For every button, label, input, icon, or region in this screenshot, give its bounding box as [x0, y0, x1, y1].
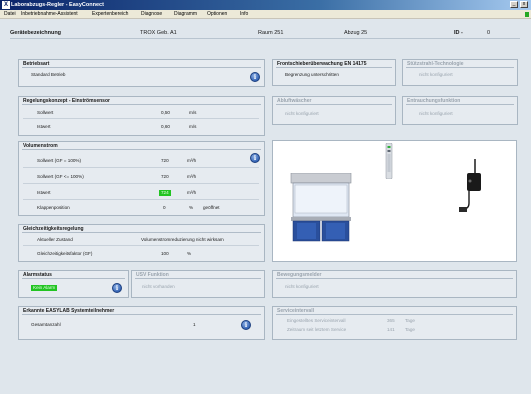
- alarm-status-value: Kein Alarm: [31, 285, 58, 291]
- menu-bar: Datei Inbetriebnahme-Assistent Expertenb…: [0, 10, 531, 19]
- since-service-value: 141: [387, 327, 395, 332]
- panel-serviceintervall: Serviceintervall Eingestelltes Servicein…: [272, 306, 517, 340]
- service-interval-unit: Tage: [405, 318, 415, 323]
- betriebsart-value: Standard Betrieb: [31, 72, 66, 77]
- klappenposition-state: geöffnet: [203, 205, 220, 210]
- app-icon: X: [2, 1, 10, 9]
- service-interval-label: Eingestelltes Serviceintervall: [287, 318, 346, 323]
- entrauchung-value: nicht konfiguriert: [419, 111, 453, 116]
- aktueller-zustand-value: Volumenstromreduzierung nicht wirksam: [141, 237, 224, 242]
- sollwert-unit: m/s: [189, 110, 197, 115]
- vs-sollwert-100-value: 720: [161, 158, 169, 163]
- panel-systemteilnehmer: Erkannte EASYLAB Systemteilnehmer Gesamt…: [18, 306, 265, 340]
- menu-diagramm[interactable]: Diagramm: [174, 11, 197, 18]
- device-header: Gerätebezeichnung TROX Geb. A1 Raum 251 …: [10, 28, 520, 39]
- klappenposition-value: 0: [163, 205, 166, 210]
- klappenposition-unit: %: [189, 205, 194, 210]
- panel-abluftwaescher: Abluftwäscher nicht konfiguriert: [272, 96, 396, 125]
- id-label: ID -: [454, 30, 463, 36]
- gf-unit: %: [187, 251, 192, 256]
- device-label: Gerätebezeichnung: [10, 30, 62, 36]
- since-service-label: Zeitraum seit letztem Service: [287, 327, 347, 332]
- room-label: Raum 251: [258, 30, 284, 36]
- panel-entrauchung: Entrauchungsfunktion nicht konfiguriert: [402, 96, 518, 125]
- status-led: [525, 12, 529, 17]
- info-icon[interactable]: i: [250, 72, 260, 82]
- info-icon[interactable]: i: [250, 153, 260, 163]
- service-interval-value: 365: [387, 318, 395, 323]
- aktueller-zustand-label: Aktueller Zustand: [37, 237, 73, 242]
- istwert-unit: m/s: [189, 124, 197, 129]
- panel-frontschieber: Frontschieberüberwachung EN 14175 Begren…: [272, 59, 396, 86]
- info-icon[interactable]: i: [241, 320, 251, 330]
- stuetzstrahl-value: nicht konfiguriert: [419, 72, 453, 77]
- minimize-button[interactable]: _: [510, 1, 518, 8]
- gf-label: Gleichzeitigkeitsfaktor (GF): [37, 251, 93, 256]
- controller-panel-illustration: [385, 143, 393, 179]
- vs-sollwert-100-unit: m³/h: [187, 158, 197, 163]
- panel-alarmstatus: Alarmstatus Kein Alarm i: [18, 270, 129, 298]
- istwert-label: Istwert: [37, 124, 51, 129]
- usv-value: nicht vorhanden: [142, 284, 175, 289]
- close-button[interactable]: x: [520, 1, 528, 8]
- istwert-value: 0,60: [161, 124, 170, 129]
- sollwert-label: Sollwert: [37, 110, 54, 115]
- gesamtanzahl-label: Gesamtanzahl: [31, 322, 61, 327]
- since-service-unit: Tage: [405, 327, 415, 332]
- gesamtanzahl-value: 1: [193, 322, 196, 327]
- panel-bewegungsmelder: Bewegungsmelder nicht konfiguriert: [272, 270, 517, 298]
- vs-istwert-label: Istwert: [37, 190, 51, 195]
- bewegungsmelder-value: nicht konfiguriert: [285, 284, 319, 289]
- panel-regelungskonzept: Regelungskonzept - Einströmsensor Sollwe…: [18, 96, 265, 136]
- vs-sollwert-gf-value: 720: [161, 174, 169, 179]
- device-value: TROX Geb. A1: [140, 30, 177, 36]
- menu-inbetriebnahme[interactable]: Inbetriebnahme-Assistent: [21, 11, 78, 18]
- frontschieber-value: Begrenzung unterschritten: [285, 72, 339, 77]
- info-icon[interactable]: i: [112, 283, 122, 293]
- vs-istwert-unit: m³/h: [187, 190, 197, 195]
- menu-optionen[interactable]: Optionen: [207, 11, 227, 18]
- fume-hood-label: Abzug 25: [344, 30, 368, 36]
- panel-stuetzstrahl: Stützstrahl-Technologie nicht konfigurie…: [402, 59, 518, 86]
- vs-sollwert-100-label: Sollwert (GF = 100%): [37, 158, 82, 163]
- panel-betriebsart: Betriebsart Standard Betrieb i: [18, 59, 265, 87]
- klappenposition-label: Klappenposition: [37, 205, 70, 210]
- equipment-image-area: [272, 140, 517, 262]
- window-title-bar: Laborabzugs-Regler - EasyConnect: [0, 0, 531, 10]
- panel-volumenstrom: Volumenstrom i Sollwert (GF = 100%) 720 …: [18, 141, 265, 216]
- panel-gleichzeitigkeit: Gleichzeitigkeitsregelung Aktueller Zust…: [18, 224, 265, 262]
- id-value: 0: [487, 30, 491, 36]
- menu-info[interactable]: Info: [240, 11, 248, 18]
- fume-hood-illustration: [290, 173, 352, 242]
- menu-expertenbereich[interactable]: Expertenbereich: [92, 11, 128, 18]
- menu-datei[interactable]: Datei: [4, 11, 16, 18]
- vs-sollwert-gf-label: Sollwert (GF <= 100%): [37, 174, 84, 179]
- window-title: Laborabzugs-Regler - EasyConnect: [11, 2, 104, 8]
- gf-value: 100: [161, 251, 169, 256]
- abluftwaescher-value: nicht konfiguriert: [285, 111, 319, 116]
- vs-sollwert-gf-unit: m³/h: [187, 174, 197, 179]
- sensor-illustration: [459, 159, 481, 212]
- sollwert-value: 0,50: [161, 110, 170, 115]
- panel-usv: USV Funktion nicht vorhanden: [131, 270, 265, 298]
- vs-istwert-value: 724: [159, 190, 171, 196]
- menu-diagnose[interactable]: Diagnose: [141, 11, 162, 18]
